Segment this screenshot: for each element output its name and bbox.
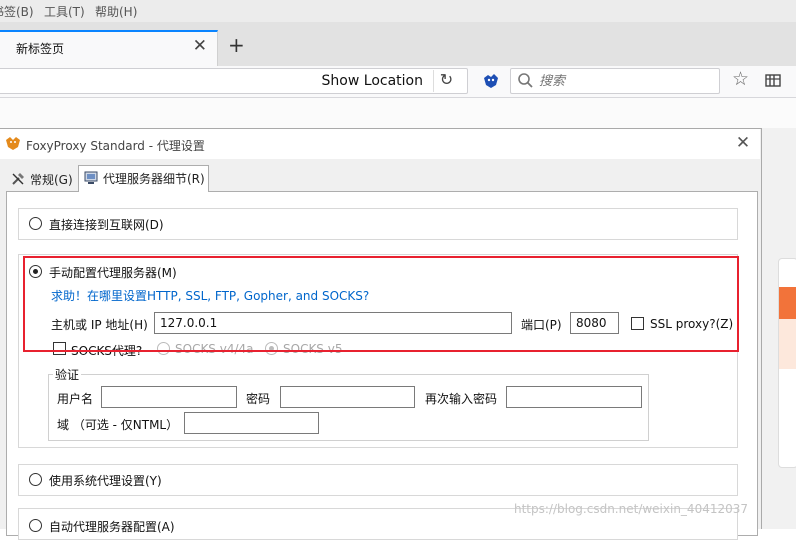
dialog-titlebar: FoxyProxy Standard - 代理设置 ✕: [0, 129, 760, 159]
confirm-password-input[interactable]: [506, 386, 642, 408]
system-proxy-label[interactable]: 使用系统代理设置(Y): [49, 472, 162, 489]
domain-input[interactable]: [184, 412, 319, 434]
tab-title: 新标签页: [16, 42, 65, 56]
host-input[interactable]: [154, 312, 512, 334]
socks-v4-radio[interactable]: [157, 342, 170, 355]
auto-proxy-radio[interactable]: [29, 519, 42, 532]
page-side-card: [778, 258, 796, 468]
direct-connection-radio[interactable]: [29, 217, 42, 230]
page-background: [0, 98, 796, 128]
auto-proxy-label[interactable]: 自动代理服务器配置(A): [49, 518, 175, 535]
manual-proxy-label[interactable]: 手动配置代理服务器(M): [49, 264, 177, 281]
reload-icon[interactable]: ↻: [433, 70, 459, 92]
ssl-proxy-checkbox[interactable]: [631, 317, 644, 330]
host-label: 主机或 IP 地址(H): [51, 318, 148, 332]
menu-bar: 书签(B) 工具(T) 帮助(H): [0, 0, 796, 22]
tools-icon: [12, 173, 24, 185]
search-icon: [518, 73, 533, 88]
socks-proxy-checkbox[interactable]: [53, 342, 66, 355]
username-input[interactable]: [101, 386, 237, 408]
menu-tools[interactable]: 工具(T): [44, 3, 85, 20]
socks-v4-label: SOCKS v4/4a: [175, 342, 254, 356]
menu-help[interactable]: 帮助(H): [95, 3, 137, 20]
nav-bar: Show Location ↻ ☆: [0, 66, 796, 98]
tab-proxy-details-label: 代理服务器细节(R): [103, 172, 205, 186]
tab-general-label: 常规(G): [30, 173, 73, 187]
port-input[interactable]: [570, 312, 619, 334]
port-label: 端口(P): [521, 318, 562, 332]
dialog-tabs: 常规(G) 代理服务器细节(R): [0, 165, 760, 192]
help-link[interactable]: 求助！在哪里设置HTTP, SSL, FTP, Gopher, and SOCK…: [51, 287, 369, 304]
direct-connection-label[interactable]: 直接连接到互联网(D): [49, 216, 164, 233]
socks-proxy-label[interactable]: SOCKS代理?: [71, 342, 142, 359]
username-label: 用户名: [57, 392, 94, 406]
domain-label: 域 （可选 - 仅NTML）: [57, 418, 179, 432]
foxyproxy-app-icon: [6, 137, 20, 150]
browser-tab[interactable]: 新标签页 ✕: [0, 30, 218, 66]
password-input[interactable]: [280, 386, 415, 408]
dialog-title: FoxyProxy Standard - 代理设置: [26, 139, 205, 153]
foxyproxy-toolbar-icon[interactable]: [482, 72, 500, 90]
close-tab-icon[interactable]: ✕: [193, 36, 207, 56]
show-location-button[interactable]: Show Location: [322, 73, 423, 89]
socks-v5-label: SOCKS v5: [283, 342, 343, 356]
manual-proxy-radio[interactable]: [29, 265, 42, 278]
auth-legend: 验证: [53, 366, 82, 383]
dialog-close-icon[interactable]: ✕: [732, 133, 754, 155]
search-input[interactable]: [539, 72, 709, 90]
system-proxy-radio[interactable]: [29, 473, 42, 486]
server-icon: [84, 171, 98, 184]
socks-v5-radio[interactable]: [265, 342, 278, 355]
bookmark-star-icon[interactable]: ☆: [732, 68, 749, 90]
tab-strip: 新标签页 ✕ +: [0, 22, 796, 66]
url-bar[interactable]: Show Location ↻: [0, 68, 468, 94]
tab-general[interactable]: 常规(G): [6, 167, 76, 191]
watermark: https://blog.csdn.net/weixin_40412037: [514, 502, 749, 516]
password-label: 密码: [246, 392, 271, 406]
menu-bookmarks[interactable]: 书签(B): [0, 3, 34, 20]
library-icon[interactable]: [764, 71, 782, 89]
tab-proxy-details[interactable]: 代理服务器细节(R): [78, 165, 209, 192]
new-tab-button[interactable]: +: [228, 33, 245, 57]
ssl-proxy-label[interactable]: SSL proxy?(Z): [650, 317, 733, 331]
confirm-password-label: 再次输入密码: [425, 392, 498, 406]
search-bar[interactable]: [510, 68, 720, 94]
